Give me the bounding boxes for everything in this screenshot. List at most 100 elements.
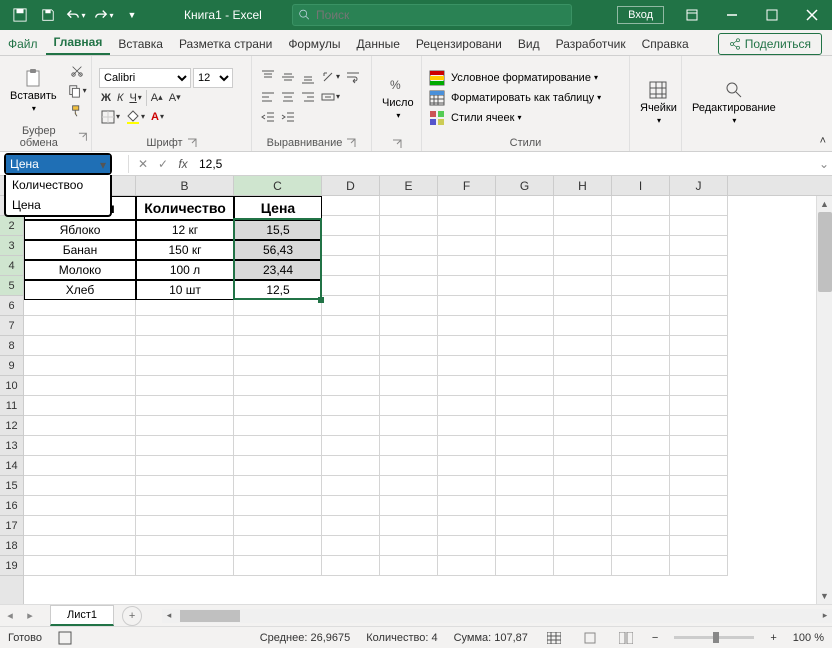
scroll-right-icon[interactable]: ▸ [818,610,832,621]
table-cell[interactable]: 15,5 [234,220,322,240]
tab-layout[interactable]: Разметка страни [171,33,280,55]
cells-button[interactable]: Ячейки ▾ [634,58,683,147]
copy-icon[interactable]: ▾ [66,82,89,100]
tab-review[interactable]: Рецензировани [408,33,510,55]
row-header[interactable]: 19 [0,556,23,576]
table-cell[interactable]: 23,44 [234,260,322,280]
align-middle-icon[interactable] [279,68,297,86]
row-header[interactable]: 10 [0,376,23,396]
accessibility-icon[interactable] [58,631,72,645]
name-dropdown-item[interactable]: Цена [6,195,110,215]
cells-area[interactable]: ПродуктыКоличествоЦенаЯблоко12 кг15,5Бан… [24,196,816,604]
scroll-thumb[interactable] [818,212,832,292]
tab-view[interactable]: Вид [510,33,548,55]
column-header[interactable]: I [612,176,670,195]
number-format-button[interactable]: % Число ▾ [376,58,420,137]
orientation-icon[interactable]: ▾ [319,68,342,86]
column-header[interactable]: J [670,176,728,195]
column-header[interactable]: C [234,176,322,195]
share-button[interactable]: Поделиться [718,33,822,55]
table-cell[interactable]: 150 кг [136,240,234,260]
table-cell[interactable]: 12 кг [136,220,234,240]
sheet-nav-next-icon[interactable]: ▸ [20,609,40,622]
collapse-ribbon-icon[interactable]: ˄ [818,133,828,149]
tab-file[interactable]: Файл [0,33,46,55]
undo-icon[interactable]: ▾ [64,3,88,27]
zoom-slider[interactable] [674,636,754,639]
scroll-up-icon[interactable]: ▲ [817,196,832,212]
row-header[interactable]: 12 [0,416,23,436]
scroll-left-icon[interactable]: ◂ [162,610,176,621]
page-layout-view-icon[interactable] [580,630,600,646]
align-center-icon[interactable] [279,88,297,106]
launcher-icon[interactable] [187,138,197,148]
shrink-font-icon[interactable]: A▾ [167,90,183,106]
table-cell[interactable]: 12,5 [234,280,322,300]
table-cell[interactable]: Молоко [24,260,136,280]
column-header[interactable]: D [322,176,380,195]
tab-developer[interactable]: Разработчик [548,33,634,55]
bold-icon[interactable]: Ж [99,90,113,106]
row-header[interactable]: 18 [0,536,23,556]
tab-home[interactable]: Главная [46,31,111,55]
name-box[interactable] [6,155,110,173]
editing-button[interactable]: Редактирование ▾ [686,58,782,147]
table-cell[interactable]: Хлеб [24,280,136,300]
row-header[interactable]: 3 [0,236,23,256]
conditional-formatting-button[interactable]: Условное форматирование▾ [429,70,622,86]
table-header-cell[interactable]: Количество [136,196,234,220]
italic-icon[interactable]: К [115,90,125,106]
save-icon[interactable] [36,3,60,27]
merge-icon[interactable]: ▾ [319,88,342,106]
launcher-icon[interactable] [346,138,356,148]
increase-indent-icon[interactable] [279,108,297,126]
zoom-in-icon[interactable]: + [770,632,776,644]
tab-data[interactable]: Данные [349,33,408,55]
table-cell[interactable]: 100 л [136,260,234,280]
close-icon[interactable] [792,0,832,30]
formula-input[interactable] [193,157,816,171]
row-header[interactable]: 15 [0,476,23,496]
table-cell[interactable]: Яблоко [24,220,136,240]
row-header[interactable]: 7 [0,316,23,336]
row-header[interactable]: 2 [0,216,23,236]
row-header[interactable]: 5 [0,276,23,296]
fx-icon[interactable]: fx [173,157,193,171]
table-cell[interactable]: 56,43 [234,240,322,260]
row-header[interactable]: 4 [0,256,23,276]
row-header[interactable]: 14 [0,456,23,476]
paste-button[interactable]: Вставить ▾ [4,58,63,123]
tab-formulas[interactable]: Формулы [280,33,348,55]
tab-help[interactable]: Справка [634,33,697,55]
format-painter-icon[interactable] [66,102,89,120]
cancel-formula-icon[interactable]: ✕ [133,157,153,171]
fill-color-icon[interactable]: ▾ [124,108,147,126]
search-input[interactable] [316,8,565,22]
row-header[interactable]: 16 [0,496,23,516]
column-header[interactable]: H [554,176,612,195]
ribbon-options-icon[interactable] [672,0,712,30]
row-header[interactable]: 13 [0,436,23,456]
column-header[interactable]: E [380,176,438,195]
redo-icon[interactable]: ▾ [92,3,116,27]
sheet-nav-prev-icon[interactable]: ◂ [0,609,20,622]
font-color-icon[interactable]: A▾ [149,109,166,125]
launcher-icon[interactable] [392,139,402,149]
table-cell[interactable]: 10 шт [136,280,234,300]
login-button[interactable]: Вход [617,6,664,24]
normal-view-icon[interactable] [544,630,564,646]
maximize-icon[interactable] [752,0,792,30]
add-sheet-icon[interactable]: + [122,606,142,626]
zoom-level[interactable]: 100 % [793,632,824,644]
column-header[interactable]: G [496,176,554,195]
table-header-cell[interactable]: Цена [234,196,322,220]
align-left-icon[interactable] [259,88,277,106]
hscroll-thumb[interactable] [180,610,240,622]
align-right-icon[interactable] [299,88,317,106]
search-box[interactable] [292,4,572,26]
tab-insert[interactable]: Вставка [110,33,171,55]
format-as-table-button[interactable]: Форматировать как таблицу▾ [429,90,622,106]
table-cell[interactable]: Банан [24,240,136,260]
accept-formula-icon[interactable]: ✓ [153,157,173,171]
row-header[interactable]: 9 [0,356,23,376]
